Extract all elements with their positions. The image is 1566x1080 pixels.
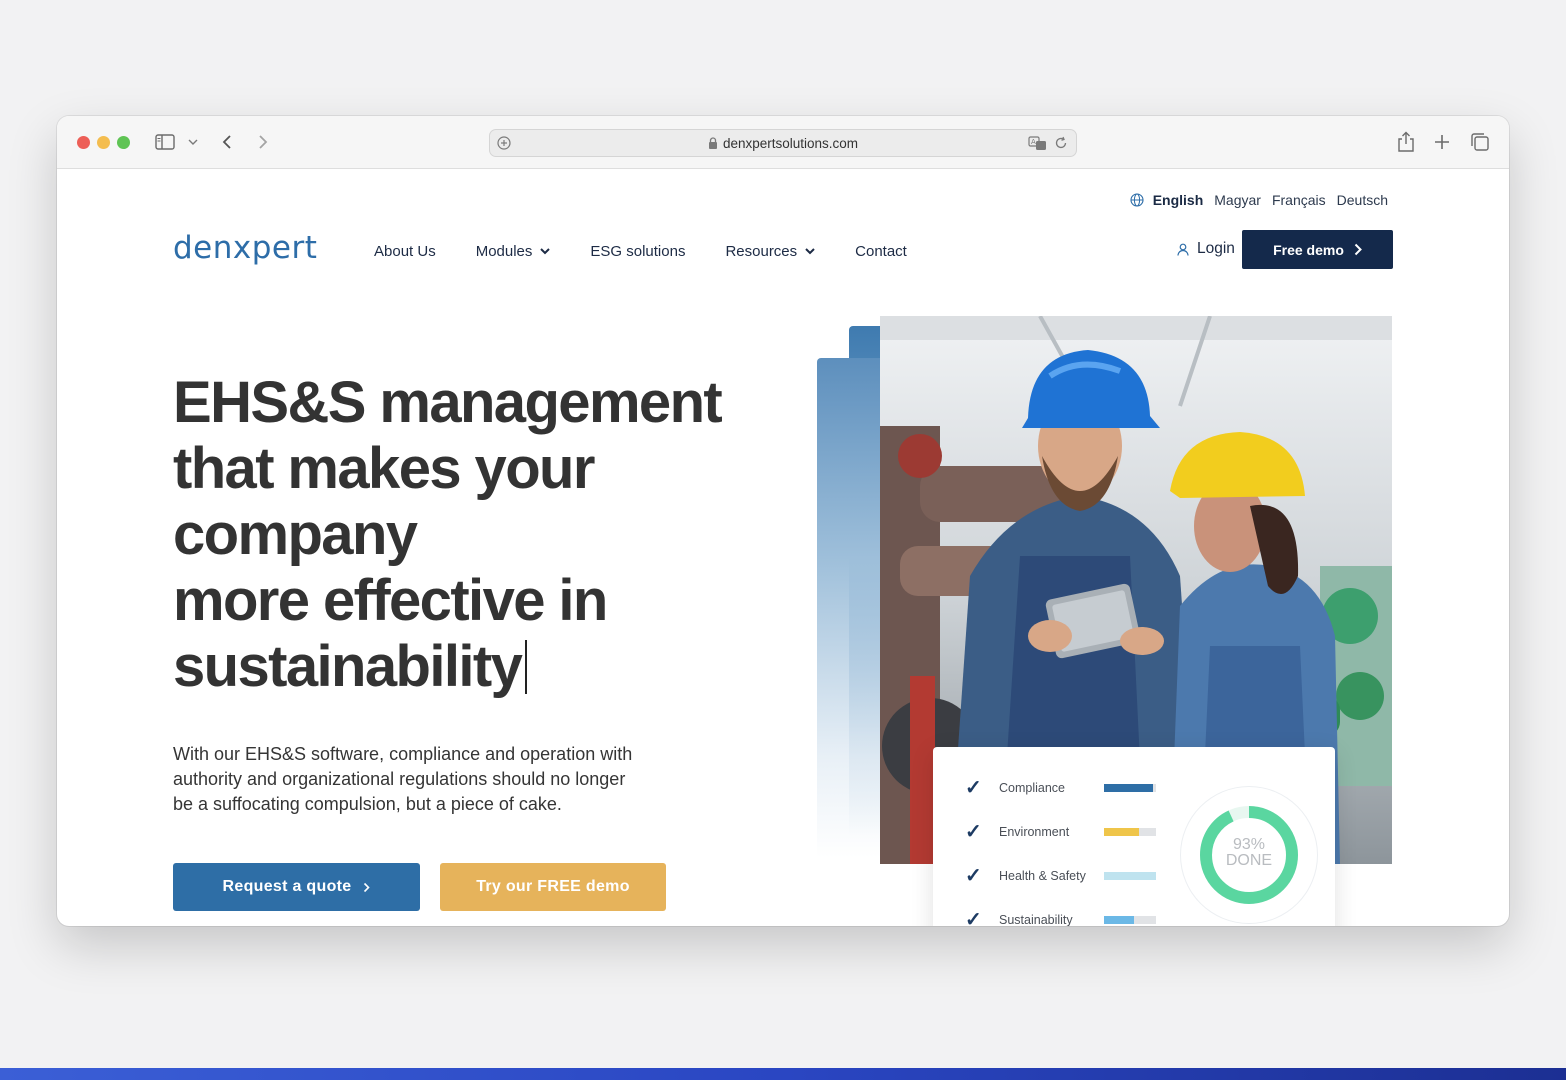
nav-resources[interactable]: Resources <box>725 243 815 260</box>
lang-deutsch[interactable]: Deutsch <box>1337 192 1388 208</box>
site-logo[interactable]: denxpert <box>173 230 317 266</box>
url-text: denxpertsolutions.com <box>722 136 859 151</box>
hero-line-1: EHS&S management <box>173 370 723 435</box>
hero-description: With our EHS&S software, compliance and … <box>173 744 633 814</box>
nav-esg-label: ESG solutions <box>590 243 686 260</box>
dashboard-label: Health & Safety <box>999 868 1086 883</box>
hero-headline: EHS&S management that makes your company… <box>173 370 733 700</box>
check-icon: ✓ <box>965 821 982 843</box>
check-icon: ✓ <box>965 777 982 799</box>
dashboard-row-compliance: ✓ Compliance <box>965 775 1156 800</box>
dashboard-label: Sustainability <box>999 912 1073 927</box>
nav-about-us-label: About Us <box>374 243 436 260</box>
close-window-button[interactable] <box>77 136 90 149</box>
chevron-right-icon <box>364 882 371 892</box>
progress-bar <box>1104 827 1156 836</box>
zoom-window-button[interactable] <box>117 136 130 149</box>
lock-icon <box>708 137 718 152</box>
nav-contact[interactable]: Contact <box>855 243 907 260</box>
login-label: Login <box>1197 240 1235 257</box>
request-quote-button[interactable]: Request a quote <box>173 863 420 911</box>
back-arrow-icon[interactable] <box>217 130 237 154</box>
address-bar[interactable]: denxpertsolutions.com A <box>489 129 1077 157</box>
try-free-demo-button[interactable]: Try our FREE demo <box>440 863 666 911</box>
progress-dashboard-card: ✓ Compliance ✓ Environment ✓ Health & Sa… <box>933 747 1335 926</box>
reload-icon[interactable] <box>1053 135 1069 156</box>
completion-donut: 93% DONE <box>1181 787 1317 923</box>
globe-icon <box>1130 193 1144 207</box>
lang-francais[interactable]: Français <box>1272 192 1326 208</box>
progress-fill <box>1104 827 1140 836</box>
dashboard-label: Compliance <box>999 780 1066 795</box>
done-text: DONE <box>1225 852 1273 869</box>
dashboard-label: Environment <box>999 824 1070 839</box>
progress-bar <box>1104 783 1156 792</box>
hero-line-4: more effective in <box>173 568 608 633</box>
progress-bar <box>1104 871 1156 880</box>
donut-label: 93% DONE <box>1181 837 1317 869</box>
browser-window: denxpertsolutions.com A English Magyar F… <box>57 116 1509 926</box>
share-icon[interactable] <box>1395 130 1417 154</box>
sidebar-toggle-icon[interactable] <box>155 130 175 154</box>
chevron-right-icon <box>1354 243 1362 256</box>
forward-arrow-icon[interactable] <box>253 130 273 154</box>
progress-fill <box>1104 871 1156 880</box>
minimize-window-button[interactable] <box>97 136 110 149</box>
decorative-panel <box>817 358 887 858</box>
typing-cursor <box>525 640 528 694</box>
nav-modules[interactable]: Modules <box>476 243 551 260</box>
nav-resources-label: Resources <box>725 243 798 260</box>
progress-bar <box>1104 915 1156 924</box>
free-demo-button[interactable]: Free demo <box>1242 230 1393 269</box>
user-icon <box>1177 243 1189 256</box>
translate-icon[interactable]: A <box>1028 135 1048 156</box>
dashboard-row-health-safety: ✓ Health & Safety <box>965 863 1156 888</box>
progress-fill <box>1104 915 1135 924</box>
try-free-demo-label: Try our FREE demo <box>476 878 630 895</box>
hero-line-3: company <box>173 502 418 567</box>
check-icon: ✓ <box>965 909 982 926</box>
nav-contact-label: Contact <box>855 243 907 260</box>
hero-line-5: sustainability <box>173 634 523 699</box>
main-nav: About Us Modules ESG solutions Resources… <box>374 243 907 260</box>
hero-line-2: that makes your <box>173 436 595 501</box>
done-value: 93% <box>1232 836 1266 853</box>
check-icon: ✓ <box>965 865 982 887</box>
chevron-down-icon <box>540 248 551 255</box>
login-link[interactable]: Login <box>1177 240 1235 258</box>
new-tab-icon[interactable] <box>1431 130 1453 154</box>
dashboard-row-environment: ✓ Environment <box>965 819 1156 844</box>
nav-esg-solutions[interactable]: ESG solutions <box>590 243 685 260</box>
progress-fill <box>1104 783 1154 792</box>
tab-overview-icon[interactable] <box>1469 130 1491 154</box>
nav-about-us[interactable]: About Us <box>374 243 436 260</box>
chevron-down-icon[interactable] <box>187 130 199 154</box>
svg-text:A: A <box>1031 138 1036 146</box>
nav-modules-label: Modules <box>475 243 533 260</box>
request-quote-label: Request a quote <box>222 878 352 895</box>
language-switcher: English Magyar Français Deutsch <box>1130 192 1388 208</box>
dashboard-row-sustainability: ✓ Sustainability <box>965 907 1156 926</box>
free-demo-label: Free demo <box>1273 241 1344 258</box>
bottom-gradient-bar <box>0 1068 1566 1080</box>
browser-toolbar: denxpertsolutions.com A <box>57 116 1509 169</box>
chevron-down-icon <box>805 248 815 255</box>
webpage: English Magyar Français Deutsch denxpert… <box>57 170 1509 926</box>
lang-magyar[interactable]: Magyar <box>1214 192 1261 208</box>
lang-english[interactable]: English <box>1153 192 1204 208</box>
